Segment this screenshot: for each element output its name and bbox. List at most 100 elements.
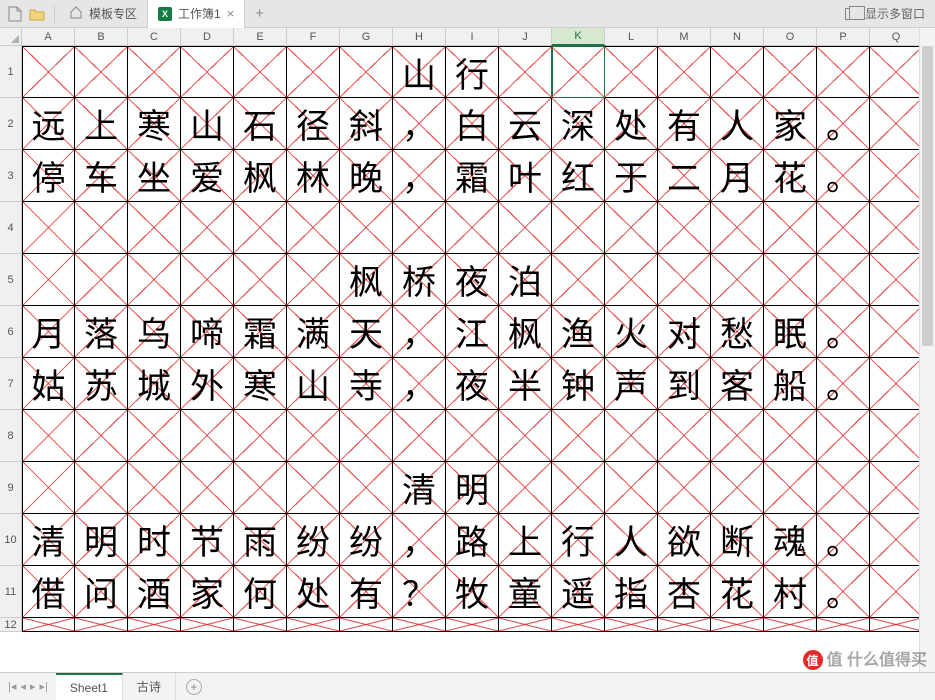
cell-E8[interactable] bbox=[234, 410, 287, 462]
cell-J1[interactable] bbox=[499, 46, 552, 98]
cell-Q11[interactable] bbox=[870, 566, 923, 618]
cell-A6[interactable]: 月 bbox=[22, 306, 75, 358]
cell-G8[interactable] bbox=[340, 410, 393, 462]
multi-window-button[interactable]: 显示多窗口 bbox=[845, 5, 935, 22]
cell-L7[interactable]: 声 bbox=[605, 358, 658, 410]
cell-M10[interactable]: 欲 bbox=[658, 514, 711, 566]
cell-F5[interactable] bbox=[287, 254, 340, 306]
cell-D5[interactable] bbox=[181, 254, 234, 306]
cell-Q12[interactable] bbox=[870, 618, 923, 632]
cell-P9[interactable] bbox=[817, 462, 870, 514]
cell-H8[interactable] bbox=[393, 410, 446, 462]
cell-I3[interactable]: 霜 bbox=[446, 150, 499, 202]
cell-N6[interactable]: 愁 bbox=[711, 306, 764, 358]
cell-G10[interactable]: 纷 bbox=[340, 514, 393, 566]
cell-M3[interactable]: 二 bbox=[658, 150, 711, 202]
row-header-8[interactable]: 8 bbox=[0, 410, 22, 462]
cell-N7[interactable]: 客 bbox=[711, 358, 764, 410]
cell-K3[interactable]: 红 bbox=[552, 150, 605, 202]
cell-F3[interactable]: 林 bbox=[287, 150, 340, 202]
cell-P5[interactable] bbox=[817, 254, 870, 306]
cell-M5[interactable] bbox=[658, 254, 711, 306]
cell-P1[interactable] bbox=[817, 46, 870, 98]
column-header-F[interactable]: F bbox=[287, 28, 340, 46]
cell-J4[interactable] bbox=[499, 202, 552, 254]
row-header-10[interactable]: 10 bbox=[0, 514, 22, 566]
cell-B9[interactable] bbox=[75, 462, 128, 514]
cell-M9[interactable] bbox=[658, 462, 711, 514]
row-header-5[interactable]: 5 bbox=[0, 254, 22, 306]
cell-Q8[interactable] bbox=[870, 410, 923, 462]
column-header-J[interactable]: J bbox=[499, 28, 552, 46]
workbook-tab[interactable]: X 工作簿1 × bbox=[148, 0, 245, 28]
row-header-9[interactable]: 9 bbox=[0, 462, 22, 514]
cell-O8[interactable] bbox=[764, 410, 817, 462]
cell-F10[interactable]: 纷 bbox=[287, 514, 340, 566]
cell-J11[interactable]: 童 bbox=[499, 566, 552, 618]
column-header-E[interactable]: E bbox=[234, 28, 287, 46]
cell-E7[interactable]: 寒 bbox=[234, 358, 287, 410]
cell-D4[interactable] bbox=[181, 202, 234, 254]
open-folder-icon[interactable] bbox=[28, 5, 46, 23]
cell-C1[interactable] bbox=[128, 46, 181, 98]
cell-C5[interactable] bbox=[128, 254, 181, 306]
cell-N10[interactable]: 断 bbox=[711, 514, 764, 566]
cell-A2[interactable]: 远 bbox=[22, 98, 75, 150]
cell-M12[interactable] bbox=[658, 618, 711, 632]
cell-H6[interactable]: ， bbox=[393, 306, 446, 358]
cell-Q4[interactable] bbox=[870, 202, 923, 254]
cell-N11[interactable]: 花 bbox=[711, 566, 764, 618]
cell-F7[interactable]: 山 bbox=[287, 358, 340, 410]
cell-N3[interactable]: 月 bbox=[711, 150, 764, 202]
column-header-H[interactable]: H bbox=[393, 28, 446, 46]
cell-I12[interactable] bbox=[446, 618, 499, 632]
row-header-2[interactable]: 2 bbox=[0, 98, 22, 150]
column-header-C[interactable]: C bbox=[128, 28, 181, 46]
template-tab[interactable]: 模板专区 bbox=[59, 0, 148, 28]
cell-E12[interactable] bbox=[234, 618, 287, 632]
cell-E10[interactable]: 雨 bbox=[234, 514, 287, 566]
cell-J2[interactable]: 云 bbox=[499, 98, 552, 150]
cell-A8[interactable] bbox=[22, 410, 75, 462]
cell-J3[interactable]: 叶 bbox=[499, 150, 552, 202]
cell-J9[interactable] bbox=[499, 462, 552, 514]
cell-O9[interactable] bbox=[764, 462, 817, 514]
cell-L11[interactable]: 指 bbox=[605, 566, 658, 618]
cell-M2[interactable]: 有 bbox=[658, 98, 711, 150]
close-icon[interactable]: × bbox=[227, 6, 235, 21]
cell-D3[interactable]: 爱 bbox=[181, 150, 234, 202]
cell-O10[interactable]: 魂 bbox=[764, 514, 817, 566]
cell-N12[interactable] bbox=[711, 618, 764, 632]
cell-H4[interactable] bbox=[393, 202, 446, 254]
column-header-N[interactable]: N bbox=[711, 28, 764, 46]
cell-F1[interactable] bbox=[287, 46, 340, 98]
cell-B5[interactable] bbox=[75, 254, 128, 306]
row-header-11[interactable]: 11 bbox=[0, 566, 22, 618]
cell-D7[interactable]: 外 bbox=[181, 358, 234, 410]
cell-O3[interactable]: 花 bbox=[764, 150, 817, 202]
cell-E1[interactable] bbox=[234, 46, 287, 98]
cell-B6[interactable]: 落 bbox=[75, 306, 128, 358]
cell-C7[interactable]: 城 bbox=[128, 358, 181, 410]
cell-F2[interactable]: 径 bbox=[287, 98, 340, 150]
cell-K4[interactable] bbox=[552, 202, 605, 254]
cell-B2[interactable]: 上 bbox=[75, 98, 128, 150]
cell-M7[interactable]: 到 bbox=[658, 358, 711, 410]
cell-N8[interactable] bbox=[711, 410, 764, 462]
cell-E2[interactable]: 石 bbox=[234, 98, 287, 150]
row-header-7[interactable]: 7 bbox=[0, 358, 22, 410]
cell-C3[interactable]: 坐 bbox=[128, 150, 181, 202]
cell-H10[interactable]: ， bbox=[393, 514, 446, 566]
column-header-I[interactable]: I bbox=[446, 28, 499, 46]
add-sheet-button[interactable]: + bbox=[176, 673, 212, 700]
cell-J5[interactable]: 泊 bbox=[499, 254, 552, 306]
cell-D9[interactable] bbox=[181, 462, 234, 514]
sheet-nav-last-icon[interactable]: ▸| bbox=[39, 680, 47, 693]
sheet-nav-next-icon[interactable]: ▸ bbox=[30, 680, 36, 693]
column-header-G[interactable]: G bbox=[340, 28, 393, 46]
cell-I10[interactable]: 路 bbox=[446, 514, 499, 566]
cell-L8[interactable] bbox=[605, 410, 658, 462]
cell-C8[interactable] bbox=[128, 410, 181, 462]
sheet-tab-sheet1[interactable]: Sheet1 bbox=[56, 673, 123, 700]
vertical-scrollbar[interactable] bbox=[919, 28, 935, 672]
